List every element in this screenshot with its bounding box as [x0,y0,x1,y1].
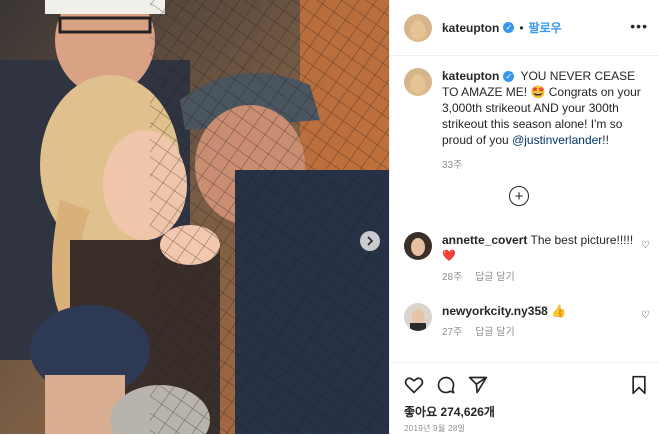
post-date[interactable]: 2019년 9월 28일 [404,423,465,434]
commenter-avatar[interactable] [404,303,432,331]
comment-item: annette_covert The best picture!!!!! ❤️ … [404,232,650,286]
likes-label: 좋아요 [404,405,438,419]
caption-body: kateupton ✓ YOU NEVER CEASE TO AMAZE ME! … [442,68,650,174]
commenter-avatar[interactable] [404,232,432,260]
follow-button[interactable]: 팔로우 [529,19,562,36]
comment-meta: 27주 답글 달기 [442,325,566,341]
comment-item: newyorkcity.ny358 👍 27주 답글 달기 [404,303,650,341]
carousel-next-button[interactable] [360,231,380,251]
comment-like-icon[interactable]: ♡ [641,240,650,251]
mention-link[interactable]: @justinverlander [512,133,602,147]
plus-circle-icon[interactable]: + [509,186,529,206]
commenter-username[interactable]: newyorkcity.ny358 [442,304,548,318]
likes-count: 274,626개 [440,405,495,419]
author-avatar-image [404,13,432,42]
post-caption: kateupton ✓ YOU NEVER CEASE TO AMAZE ME! … [404,68,650,174]
commenter-avatar-image [404,232,432,260]
comment-meta: 28주 답글 달기 [442,270,633,286]
action-icons [404,375,488,395]
photo-illustration [0,0,389,434]
instagram-post: kateupton ✓ • 팔로우 ••• kateupton ✓ YOU NEV… [0,0,658,434]
caption-avatar[interactable] [404,68,432,96]
author-username[interactable]: kateupton [442,21,499,35]
comment-age: 27주 [442,327,463,338]
post-actions: 좋아요 274,626개 2019년 9월 28일 [390,362,658,435]
share-icon[interactable] [468,375,488,395]
caption-username[interactable]: kateupton [442,69,499,83]
verified-badge-icon: ✓ [503,71,515,83]
comment-age: 28주 [442,272,463,283]
comment-icon[interactable] [436,375,456,395]
comment-emoji: ❤️ [442,250,456,262]
like-count[interactable]: 좋아요 274,626개 [404,403,495,420]
caption-avatar-image [404,68,432,96]
verified-badge-icon: ✓ [503,22,515,33]
post-photo[interactable] [0,0,389,434]
comment-like-icon[interactable]: ♡ [641,310,650,321]
post-header: kateupton ✓ • 팔로우 ••• [390,0,658,56]
caption-age: 33주 [442,160,463,171]
more-options-icon[interactable]: ••• [630,18,648,34]
comment-body: annette_covert The best picture!!!!! ❤️ … [442,232,633,286]
post-sidebar: kateupton ✓ • 팔로우 ••• kateupton ✓ YOU NEV… [389,0,658,434]
caption-text-end: !! [602,133,609,147]
reply-button[interactable]: 답글 달기 [475,327,515,338]
comment-text: 👍 [551,304,567,318]
comment-text: The best picture!!!!! [530,233,634,247]
commenter-username[interactable]: annette_covert [442,233,527,247]
author-avatar[interactable] [404,13,432,42]
separator-dot: • [519,20,524,35]
bookmark-icon[interactable] [630,375,648,395]
commenter-avatar-image [404,303,432,331]
comment-body: newyorkcity.ny358 👍 27주 답글 달기 [442,303,566,341]
chevron-right-icon [367,236,374,246]
heart-icon[interactable] [404,375,424,395]
reply-button[interactable]: 답글 달기 [475,272,515,283]
